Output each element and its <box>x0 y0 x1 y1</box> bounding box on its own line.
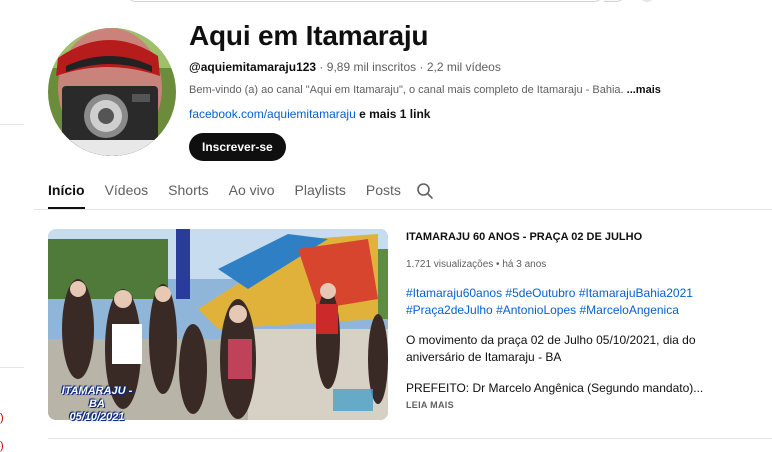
search-icon[interactable] <box>416 182 434 200</box>
video-description-extra: PREFEITO: Dr Marcelo Angênica (Segundo m… <box>406 381 704 395</box>
meta-separator: · <box>316 60 327 74</box>
hashtag-link[interactable]: #ItamarajuBahia2021 <box>579 286 693 300</box>
hashtag-link[interactable]: #5deOutubro <box>505 286 575 300</box>
channel-avatar <box>48 28 176 156</box>
video-title[interactable]: ITAMARAJU 60 ANOS - PRAÇA 02 DE JULHO <box>406 231 642 243</box>
thumbnail-caption: ITAMARAJU - BA 05/10/2021 <box>56 385 138 424</box>
hashtag-link[interactable]: #AntonioLopes <box>496 303 576 317</box>
facebook-link[interactable]: facebook.com/aquiemitamaraju <box>189 107 356 121</box>
view-count: 1.721 visualizações <box>406 259 494 270</box>
sidebar-red-icon[interactable]: ) <box>0 412 4 424</box>
tab-posts[interactable]: Posts <box>366 172 401 209</box>
hashtag-link[interactable]: #Praça2deJulho <box>406 303 493 317</box>
video-age: há 3 anos <box>502 259 547 270</box>
channel-name: Aqui em Itamaraju <box>189 20 429 51</box>
video-description: O movimento da praça 02 de Julho 05/10/2… <box>406 333 696 364</box>
subscriber-count: 9,89 mil inscritos <box>326 60 417 74</box>
video-stats: 1.721 visualizações • há 3 anos <box>406 259 547 270</box>
subscribe-button[interactable]: Inscrever-se <box>189 133 286 161</box>
video-count: 2,2 mil vídeos <box>426 60 501 74</box>
description-text: Bem-vindo (a) ao canal "Aqui em Itamaraj… <box>189 84 624 96</box>
tab-home[interactable]: Início <box>48 172 85 209</box>
search-button[interactable] <box>604 0 626 2</box>
video-hashtags: #Itamaraju60anos #5deOutubro #ItamarajuB… <box>406 285 706 319</box>
sidebar-red-icon[interactable]: ) <box>0 440 4 452</box>
channel-tabs: Início Vídeos Shorts Ao vivo Playlists P… <box>48 172 421 209</box>
tab-live[interactable]: Ao vivo <box>229 172 275 209</box>
channel-links: facebook.com/aquiemitamaraju e mais 1 li… <box>189 107 430 121</box>
tab-shorts[interactable]: Shorts <box>168 172 208 209</box>
channel-description[interactable]: Bem-vindo (a) ao canal "Aqui em Itamaraj… <box>189 84 661 96</box>
voice-search-icon[interactable] <box>640 0 654 2</box>
search-bar[interactable] <box>126 0 604 2</box>
sidebar-divider <box>0 367 24 368</box>
sidebar-divider <box>0 124 24 125</box>
section-divider <box>48 438 772 439</box>
thumbnail-caption-line2: 05/10/2021 <box>69 411 125 423</box>
hashtag-link[interactable]: #MarceloAngenica <box>580 303 679 317</box>
tab-playlists[interactable]: Playlists <box>295 172 346 209</box>
more-links[interactable]: e mais 1 link <box>356 107 430 121</box>
read-more-link[interactable]: LEIA MAIS <box>406 400 454 410</box>
channel-meta: @aquiemitamaraju123 · 9,89 mil inscritos… <box>189 60 501 74</box>
hashtag-link[interactable]: #Itamaraju60anos <box>406 286 502 300</box>
channel-handle: @aquiemitamaraju123 <box>189 60 317 74</box>
meta-separator: · <box>416 60 427 74</box>
tabs-divider <box>34 209 772 210</box>
description-more-link[interactable]: ...mais <box>627 84 661 96</box>
tab-videos[interactable]: Vídeos <box>105 172 149 209</box>
thumbnail-caption-line1: ITAMARAJU - BA <box>61 385 133 410</box>
